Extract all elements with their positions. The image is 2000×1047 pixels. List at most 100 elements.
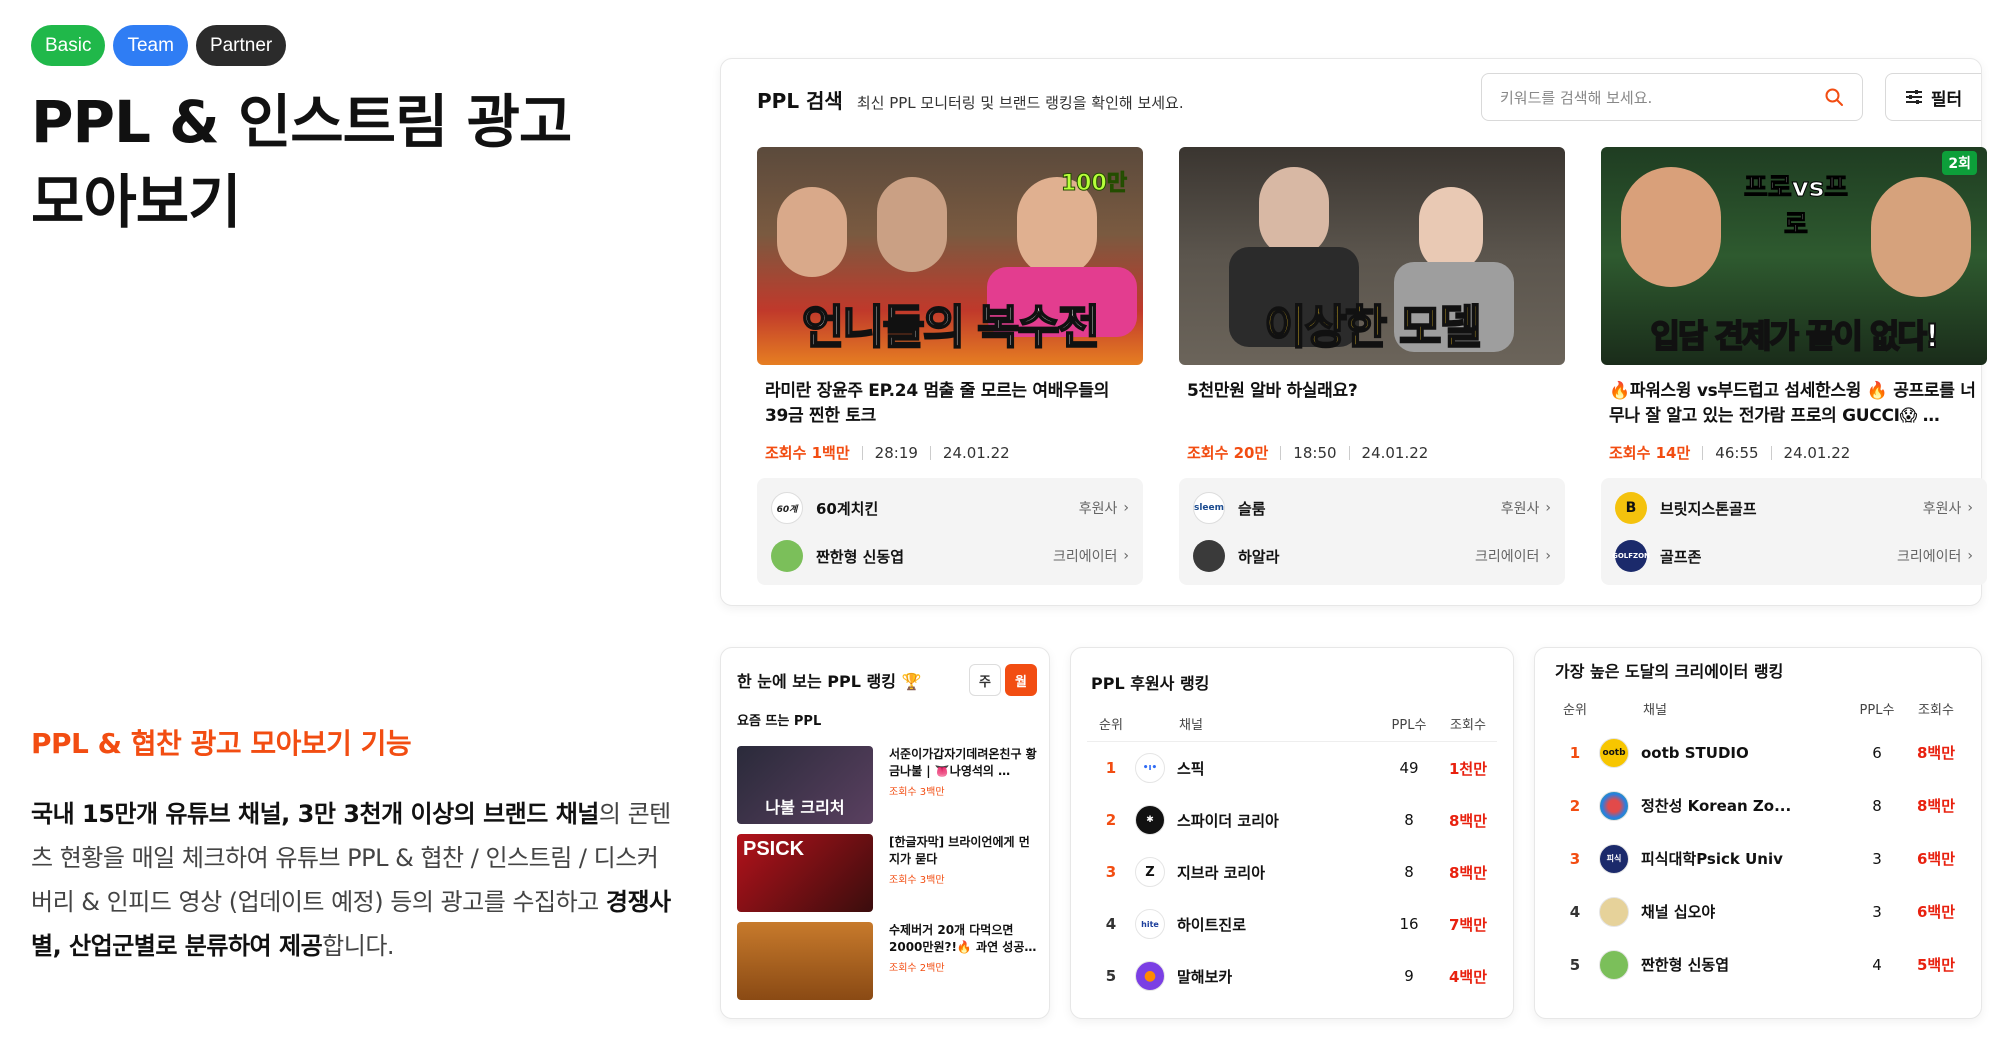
header-rank: 순위 [1563,702,1587,718]
ppl-item-views: 조회수 3백만 [889,875,945,886]
page: Basic Team Partner PPL & 인스트림 광고 모아보기 PP… [0,0,2000,1047]
ppl-thumb-text: PSICK [743,838,805,860]
table-row[interactable]: 4 hite 하이트진로 16 7백만 [1087,898,1497,950]
row-name: 피식대학Psick Univ [1641,850,1783,868]
row-views: 6백만 [1916,903,1956,921]
creator-ranking-title: 가장 높은 도달의 크리에이터 랭킹 [1555,662,1784,681]
table-row[interactable]: 2 정찬성 Korean Zo... 8 8백만 [1551,779,1965,832]
badge-partner[interactable]: Partner [195,25,287,66]
feature-title: PPL & 협찬 광고 모아보기 기능 [31,727,412,760]
ppl-thumb-text: 나불 크리처 [765,798,845,817]
video-thumbnail[interactable]: 프로vs프로 2회 입담 견제가 끝이 없다! [1601,147,1987,365]
ppl-item-title: 수제버거 20개 다먹으면 2000만원?!🔥 과연 성공… [889,923,1037,954]
sponsor-logo-icon: hite [1135,909,1165,939]
divider [1770,445,1772,460]
creator-ranking-table: 순위 채널 PPL수 조회수 1 ootb ootb STUDIO 6 8백만 2… [1551,690,1965,991]
sponsor-logo-icon: B [1615,492,1647,524]
ppl-thumbnail: PSICK [737,834,873,912]
video-title[interactable]: 🔥파워스윙 vs부드럽고 섬세한스윙 🔥 공프로를 너무나 잘 알고 있는 전가… [1601,379,1987,429]
video-date: 24.01.22 [1783,443,1851,462]
sponsor-logo-icon: ✱ [1135,805,1165,835]
header-ppl: PPL수 [1391,718,1427,733]
table-row[interactable]: 4 채널 십오야 3 6백만 [1551,885,1965,938]
table-row[interactable]: 1 ootb ootb STUDIO 6 8백만 [1551,726,1965,779]
creator-avatar: ootb [1599,737,1629,768]
search-placeholder: 키워드를 검색해 보세요. [1500,88,1653,107]
feature-desc-text2: 합니다. [322,932,395,960]
video-card[interactable]: 이상한 모델 5천만원 알바 하실래요? 조회수 20만 18:50 24.01… [1179,147,1565,585]
thumbnail-text: 입담 견제가 끝이 없다! [1650,316,1941,356]
table-row[interactable]: 3 피식 피식대학Psick Univ 3 6백만 [1551,832,1965,885]
row-rank: 4 [1105,915,1117,933]
video-views: 조회수 14만 [1609,444,1691,462]
video-card[interactable]: 프로vs프로 2회 입담 견제가 끝이 없다! 🔥파워스윙 vs부드럽고 섬세한… [1601,147,1987,585]
row-rank: 4 [1569,902,1581,921]
video-date: 24.01.22 [942,443,1010,462]
video-title[interactable]: 5천만원 알바 하실래요? [1179,379,1565,429]
chevron-right-icon: › [1967,548,1973,564]
video-meta: 조회수 14만 46:55 24.01.22 [1601,442,1987,463]
table-row[interactable]: 2 ✱ 스파이더 코리아 8 8백만 [1087,794,1497,846]
video-duration: 28:19 [874,443,918,462]
search-icon[interactable] [1824,87,1844,107]
sponsor-row[interactable]: B 브릿지스톤골프 후원사 › [1615,484,1973,532]
video-duration: 46:55 [1715,443,1759,462]
sponsor-logo-icon: •ı• [1135,753,1165,783]
search-subtitle: 최신 PPL 모니터링 및 브랜드 랭킹을 확인해 보세요. [856,94,1184,112]
ppl-item[interactable]: PSICK [한글자막] 브라이언에게 먼지가 묻다 조회수 3백만 [737,834,1037,912]
ppl-thumbnail [737,922,873,1000]
video-thumbnail[interactable]: 100만 언니들의 복수전 [757,147,1143,365]
filter-button[interactable]: 필터 [1885,73,1981,121]
badge-team[interactable]: Team [113,25,188,66]
header-views: 조회수 [1918,702,1954,718]
creator-avatar [1193,540,1225,572]
ppl-item[interactable]: 나불 크리처 서준이가갑자기데려온친구 황금나불 | 👅나영석의 … 조회수 3… [737,746,1037,824]
ppl-ranking-card: 한 눈에 보는 PPL 랭킹 🏆 주 월 요즘 뜨는 PPL 나불 크리처 서준… [720,647,1050,1019]
chevron-right-icon: › [1967,500,1973,516]
divider [929,445,931,460]
header-rank: 순위 [1099,718,1123,733]
ppl-ranking-subtitle: 요즘 뜨는 PPL [737,714,822,729]
creator-tag: 크리에이터 [1052,549,1118,565]
sponsor-row[interactable]: 60계 60계치킨 후원사 › [771,484,1129,532]
sponsor-logo-icon: Z [1135,857,1165,887]
row-rank: 3 [1569,849,1581,868]
row-name: 스픽 [1177,759,1205,778]
table-row[interactable]: 3 Z 지브라 코리아 8 8백만 [1087,846,1497,898]
thumbnail-badge: 2회 [1942,151,1977,175]
table-row[interactable]: 5 ● 말해보카 9 4백만 [1087,950,1497,1002]
toggle-week[interactable]: 주 [969,664,1001,696]
row-ppl: 4 [1872,955,1882,974]
ppl-item[interactable]: 수제버거 20개 다먹으면 2000만원?!🔥 과연 성공… 조회수 2백만 [737,922,1037,1000]
badge-basic[interactable]: Basic [31,25,106,66]
sponsor-box: sleem 슬룸 후원사 › 하알라 크리에이터 › [1179,478,1565,585]
creator-avatar: 피식 [1599,843,1629,874]
ppl-item-title: [한글자막] 브라이언에게 먼지가 묻다 [889,835,1030,866]
creator-row[interactable]: 짠한형 신동엽 크리에이터 › [771,532,1129,580]
hero-title-line1: PPL & 인스트림 광고 [31,88,572,156]
row-name: 스파이더 코리아 [1177,811,1279,830]
table-row[interactable]: 5 짠한형 신동엽 4 5백만 [1551,938,1965,991]
sponsor-name: 슬룸 [1238,499,1266,518]
creator-row[interactable]: 하알라 크리에이터 › [1193,532,1551,580]
creator-avatar [771,540,803,572]
header-ppl: PPL수 [1859,702,1895,718]
ppl-item-title: 서준이가갑자기데려온친구 황금나불 | 👅나영석의 … [889,747,1037,778]
sponsor-ranking-card: PPL 후원사 랭킹 순위 채널 PPL수 조회수 1 •ı• 스픽 49 1천만… [1070,647,1514,1019]
thumbnail-text: 이상한 모델 [1263,299,1483,355]
row-views: 8백만 [1916,797,1956,815]
video-meta: 조회수 20만 18:50 24.01.22 [1179,442,1565,463]
video-title[interactable]: 라미란 장윤주 EP.24 멈출 줄 모르는 여배우들의 39금 찐한 토크 [757,379,1143,429]
toggle-month[interactable]: 월 [1005,664,1037,696]
sponsor-row[interactable]: sleem 슬룸 후원사 › [1193,484,1551,532]
table-row[interactable]: 1 •ı• 스픽 49 1천만 [1087,742,1497,794]
search-input[interactable]: 키워드를 검색해 보세요. [1481,73,1863,121]
ppl-search-card: PPL 검색 최신 PPL 모니터링 및 브랜드 랭킹을 확인해 보세요. 키워… [720,58,1987,606]
sponsor-box: B 브릿지스톤골프 후원사 › GOLFZON 골프존 크리에이터 › [1601,478,1987,585]
video-card[interactable]: 100만 언니들의 복수전 라미란 장윤주 EP.24 멈출 줄 모르는 여배우… [757,147,1143,585]
video-thumbnail[interactable]: 이상한 모델 [1179,147,1565,365]
thumbnail-badge: 100만 [1060,171,1127,197]
sponsor-tag: 후원사 [1078,501,1118,517]
row-name: 하이트진로 [1177,915,1247,934]
creator-row[interactable]: GOLFZON 골프존 크리에이터 › [1612,532,1973,580]
